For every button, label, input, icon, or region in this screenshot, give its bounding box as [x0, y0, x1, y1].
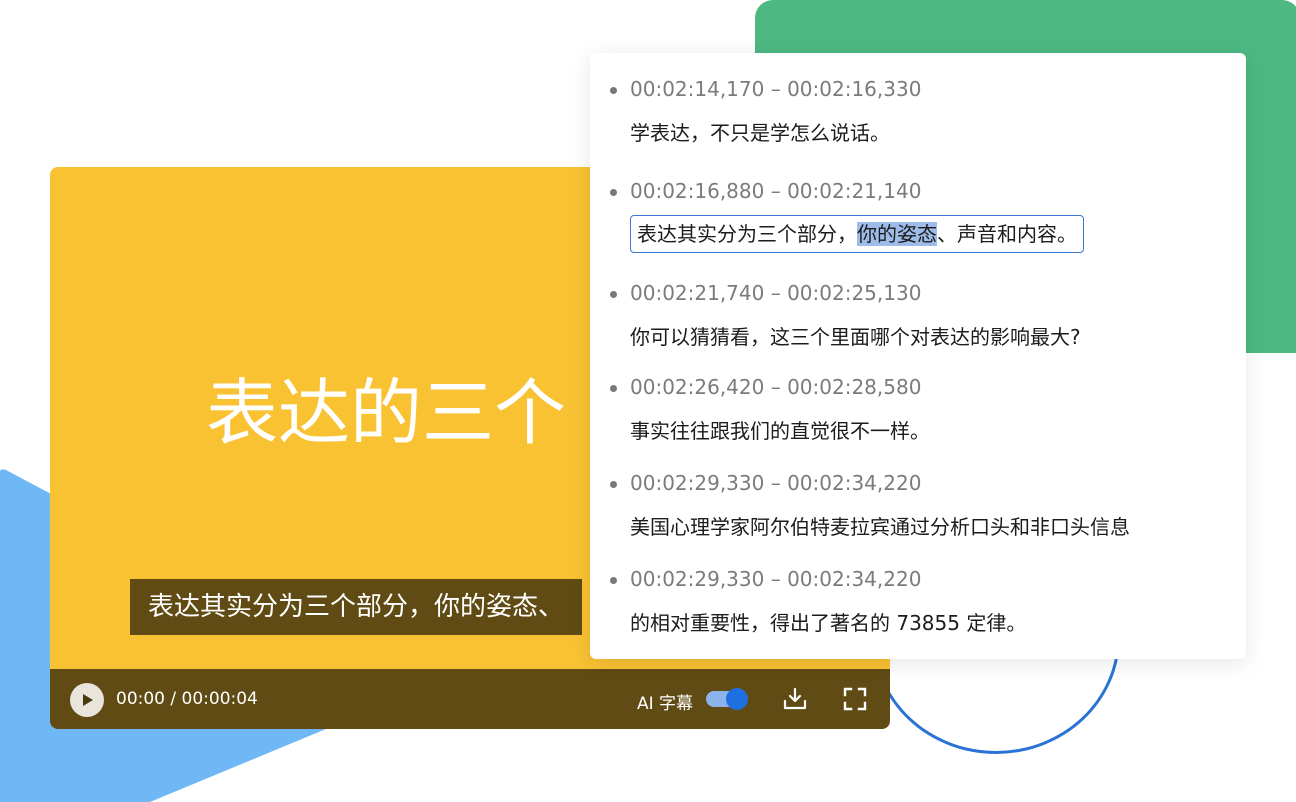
ai-subtitle-label: AI 字幕 — [637, 694, 694, 714]
subtitle-text-before: 表达其实分为三个部分， — [637, 222, 857, 246]
bullet-dot — [610, 481, 617, 488]
download-icon[interactable] — [782, 686, 808, 712]
subtitle-timestamp: 00:02:14,170 – 00:02:16,330 — [630, 77, 922, 101]
video-subtitle-overlay: 表达其实分为三个部分，你的姿态、 — [130, 579, 583, 635]
bullet-dot — [610, 87, 617, 94]
bullet-dot — [610, 189, 617, 196]
video-title-text: 表达的三个 — [206, 371, 567, 455]
bullet-dot — [610, 577, 617, 584]
player-controls-bar: 00:00 / 00:00:04 AI 字幕 — [50, 669, 890, 729]
subtitle-text-editor[interactable]: 表达其实分为三个部分，你的姿态、声音和内容。 — [630, 215, 1084, 253]
subtitle-text[interactable]: 的相对重要性，得出了著名的 73855 定律。 — [630, 607, 1026, 636]
subtitle-timestamp: 00:02:29,330 – 00:02:34,220 — [630, 471, 922, 495]
bullet-dot — [610, 291, 617, 298]
subtitle-text-after: 、声音和内容。 — [937, 222, 1077, 246]
subtitle-text[interactable]: 你可以猜猜看，这三个里面哪个对表达的影响最大? — [630, 321, 1081, 350]
subtitle-list-panel[interactable]: 00:02:14,170 – 00:02:16,330 学表达，不只是学怎么说话… — [590, 53, 1246, 659]
subtitle-text-selection: 你的姿态 — [857, 222, 937, 246]
toggle-knob — [726, 688, 748, 710]
subtitle-timestamp: 00:02:21,740 – 00:02:25,130 — [630, 281, 922, 305]
subtitle-text[interactable]: 美国心理学家阿尔伯特麦拉宾通过分析口头和非口头信息 — [630, 511, 1130, 540]
playback-time: 00:00 / 00:00:04 — [116, 689, 258, 709]
subtitle-text[interactable]: 学表达，不只是学怎么说话。 — [630, 117, 890, 146]
subtitle-timestamp: 00:02:16,880 – 00:02:21,140 — [630, 179, 922, 203]
bullet-dot — [610, 385, 617, 392]
subtitle-timestamp: 00:02:26,420 – 00:02:28,580 — [630, 375, 922, 399]
ai-subtitle-toggle[interactable] — [706, 688, 748, 710]
play-icon[interactable] — [70, 683, 104, 717]
fullscreen-icon[interactable] — [843, 687, 867, 711]
subtitle-timestamp: 00:02:29,330 – 00:02:34,220 — [630, 567, 922, 591]
subtitle-text[interactable]: 事实往往跟我们的直觉很不一样。 — [630, 415, 930, 444]
